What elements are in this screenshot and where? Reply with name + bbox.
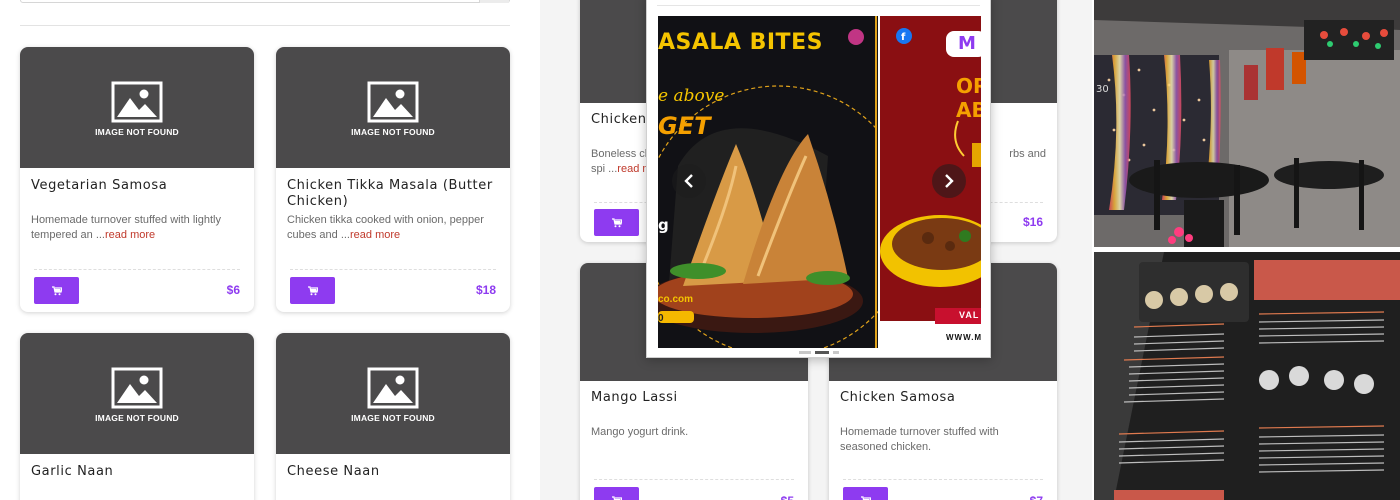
- promo-offer-text: OR: [956, 74, 981, 98]
- carousel-next-button[interactable]: [932, 164, 966, 198]
- menu-board-photo[interactable]: [1094, 252, 1400, 500]
- promo-offer-text: GET: [658, 112, 711, 140]
- item-price: $16: [1022, 215, 1043, 229]
- add-to-cart-button[interactable]: [594, 209, 639, 236]
- item-title: Garlic Naan: [31, 464, 114, 479]
- add-to-cart-button[interactable]: [34, 277, 79, 304]
- menu-card: IMAGE NOT FOUND Chicken Tikka Masala (Bu…: [276, 47, 510, 312]
- carousel-prev-button[interactable]: [672, 164, 706, 198]
- promo-badge-text: 0: [658, 313, 664, 324]
- read-more-link[interactable]: read more: [105, 229, 155, 241]
- image-placeholder: IMAGE NOT FOUND: [20, 47, 254, 168]
- search-button[interactable]: [479, 0, 509, 3]
- divider: [20, 25, 510, 26]
- carousel-indicator-active[interactable]: [814, 351, 829, 354]
- image-icon: [111, 81, 163, 123]
- promo-heading: ASALA BITES: [658, 30, 823, 55]
- divider: [843, 479, 1043, 480]
- promo-offer-text-2: AB: [956, 98, 981, 122]
- divider: [657, 5, 980, 6]
- divider: [34, 269, 240, 270]
- carousel-indicator[interactable]: [798, 351, 811, 354]
- gutter: [540, 0, 562, 500]
- image-icon: [367, 81, 419, 123]
- item-title: Cheese Naan: [287, 464, 380, 479]
- item-title: Chicken Tikka Masala (Butter Chicken): [287, 178, 493, 209]
- add-to-cart-button[interactable]: [594, 487, 639, 500]
- item-price: $6: [226, 283, 240, 297]
- menu-board-image: [1094, 252, 1400, 500]
- image-placeholder: IMAGE NOT FOUND: [276, 47, 510, 168]
- menu-card: IMAGE NOT FOUND Garlic Naan: [20, 333, 254, 500]
- item-description: Chicken tikka cooked with onion, pepper …: [287, 214, 484, 241]
- add-to-cart-button[interactable]: [843, 487, 888, 500]
- photo-gallery: 30: [1094, 0, 1400, 500]
- search-bar[interactable]: [20, 0, 510, 3]
- chevron-right-icon: [945, 174, 954, 188]
- image-not-found-label: IMAGE NOT FOUND: [95, 413, 179, 423]
- svg-text:30: 30: [1096, 84, 1109, 95]
- promo-url: WWW.M: [946, 333, 981, 342]
- item-price: $18: [475, 283, 496, 297]
- svg-text:f: f: [901, 32, 906, 43]
- image-icon: [111, 367, 163, 409]
- divider: [594, 479, 794, 480]
- item-description: Homemade turnover stuffed with seasoned …: [840, 426, 999, 453]
- promo-url: co.com: [658, 294, 694, 305]
- add-to-cart-button[interactable]: [290, 277, 335, 304]
- item-description: Mango yogurt drink.: [591, 426, 689, 438]
- cart-icon: [611, 495, 622, 500]
- item-description: Homemade turnover stuffed with lightly t…: [31, 214, 221, 241]
- carousel-indicator[interactable]: [832, 351, 839, 354]
- cart-icon: [307, 285, 318, 295]
- menu-card: IMAGE NOT FOUND Cheese Naan: [276, 333, 510, 500]
- brand-logo-text: M: [958, 33, 976, 54]
- chevron-left-icon: [684, 174, 693, 188]
- promo-side-text: g: [658, 216, 669, 234]
- item-price: $5: [781, 494, 794, 500]
- image-not-found-label: IMAGE NOT FOUND: [351, 127, 435, 137]
- cart-icon: [51, 285, 62, 295]
- carousel-indicators: [647, 351, 990, 354]
- image-not-found-label: IMAGE NOT FOUND: [351, 413, 435, 423]
- image-placeholder: IMAGE NOT FOUND: [20, 333, 254, 454]
- divider: [290, 269, 496, 270]
- item-title: Vegetarian Samosa: [31, 178, 168, 193]
- cart-icon: [860, 495, 871, 500]
- menu-grid-left: IMAGE NOT FOUND Vegetarian Samosa Homema…: [0, 0, 540, 500]
- item-title: Mango Lassi: [591, 390, 678, 405]
- carousel-track: ASALA BITES e above GET g co.com 0 f M O…: [658, 16, 981, 348]
- promo-bottom-text: VAL: [959, 310, 980, 320]
- image-not-found-label: IMAGE NOT FOUND: [95, 127, 179, 137]
- promo-script-text: e above: [658, 86, 725, 106]
- image-carousel-modal: ASALA BITES e above GET g co.com 0 f M O…: [646, 0, 991, 358]
- image-placeholder: IMAGE NOT FOUND: [276, 333, 510, 454]
- item-price: $7: [1030, 494, 1043, 500]
- image-icon: [367, 367, 419, 409]
- cart-icon: [611, 217, 622, 227]
- restaurant-interior-image: 30: [1094, 0, 1400, 247]
- page-root: IMAGE NOT FOUND Vegetarian Samosa Homema…: [0, 0, 1400, 500]
- menu-card: IMAGE NOT FOUND Vegetarian Samosa Homema…: [20, 47, 254, 312]
- restaurant-interior-photo[interactable]: 30: [1094, 0, 1400, 247]
- read-more-link[interactable]: read more: [350, 229, 400, 241]
- item-title: Chicken Samosa: [840, 390, 956, 405]
